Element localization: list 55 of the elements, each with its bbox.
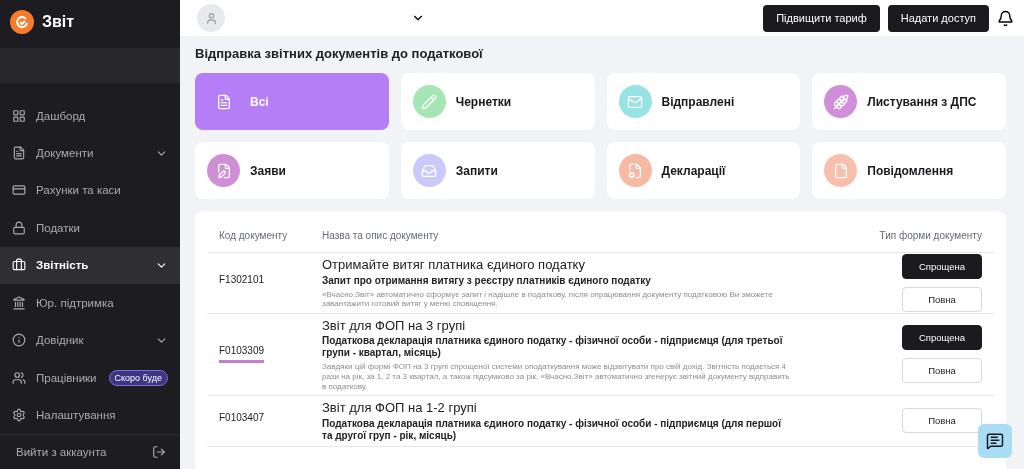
logout-icon [152,445,166,460]
share-button[interactable]: Надати доступ [887,4,989,32]
category-card[interactable]: Повідомлення [812,142,1006,199]
briefcase-icon [12,258,26,273]
chat-icon [986,432,1004,450]
info-icon [12,333,26,348]
form-type-button[interactable]: Спрощена [902,253,982,279]
logout-link[interactable]: Вийти з аккаунта [0,434,180,469]
document-description: «Вчасно.Звіт» автоматично сформує запит і надішле в податкову, після опрацювання документу податковою Ви зможете завантажити готовий витяг у меню сповіщення. [322,289,774,309]
document-code: F0103309 [219,345,265,364]
nav-item[interactable]: Рахунки та каси [0,171,180,210]
category-card[interactable]: Запити [400,142,595,199]
grid-icon [12,108,26,123]
nav-item[interactable]: Дашборд [0,96,180,135]
nav-item[interactable]: Довідник [0,321,180,360]
nav-item[interactable]: Юр. підтримка [0,284,180,322]
people-icon [12,370,26,385]
form-type-button[interactable]: Повна [902,358,982,384]
upgrade-button[interactable]: Підвищити тариф [763,4,880,32]
page-title: Відправка звітних документів до податкової [195,46,484,61]
form-type-button[interactable]: Повна [902,408,982,434]
document-title: Звіт для ФОП на 1-2 групі [322,400,478,416]
nav-item[interactable]: Документи [0,134,180,172]
category-card[interactable]: Листування з ДПС [812,73,1006,130]
chat-button[interactable] [978,424,1012,458]
document-title: Отримайте витяг платника єдиного податку [322,257,586,273]
document-subtitle: Податкова декларація платника єдиного податку - фізичної особи - підприємця (для першої та другої груп - рік, місяць) [322,417,783,442]
logo-text: Звіт [42,13,75,32]
nav-item[interactable]: Звітність [0,246,180,285]
document-code: F0103407 [219,411,265,425]
document-subtitle: Податкова декларація платника єдиного податку - фізичної особи - підприємця (для третьої групи - квартал, місяць) [322,335,784,360]
logo-icon [10,10,34,35]
nav-item[interactable]: Налаштування [0,396,180,434]
column-header: Тип форми документу [878,230,982,241]
document-description: Завдяки цій формі ФОП на 3 групі спрощеної системи оподаткування може відзвітувати про свій дохід. Звітність подається 4 рази на рік, за 1, 2 та 3 квартал, а також підсумково за рік. «Вчасно.Звіт» автоматично згенерує звітний документу відправить в податкову. [322,362,791,392]
document-subtitle: Запит про отримання витягу з реєстру платників єдиного податку [322,274,652,287]
nav-item[interactable]: Податки [0,209,180,247]
form-type-button[interactable]: Спрощена [902,325,982,351]
nav-item[interactable]: Працівники Скоро буде [0,359,180,397]
bank-icon [12,295,26,310]
category-card[interactable]: Відправлені [606,73,801,130]
settings-icon [12,408,26,423]
bell-icon[interactable] [997,9,1014,27]
card-icon [12,183,26,198]
lock-icon [12,220,26,235]
category-card[interactable]: Чернетки [400,73,595,130]
category-card[interactable]: Заяви [195,142,389,199]
document-title: Звіт для ФОП на 3 групі [322,317,467,334]
soon-badge: Скоро буде [108,369,168,386]
column-header: Назва та опис документу [322,230,440,241]
document-icon [12,146,26,160]
document-code: F1302101 [219,273,265,287]
column-header: Код документу [219,230,289,241]
form-type-button[interactable]: Повна [902,286,982,312]
category-card[interactable]: Декларації [606,142,801,199]
